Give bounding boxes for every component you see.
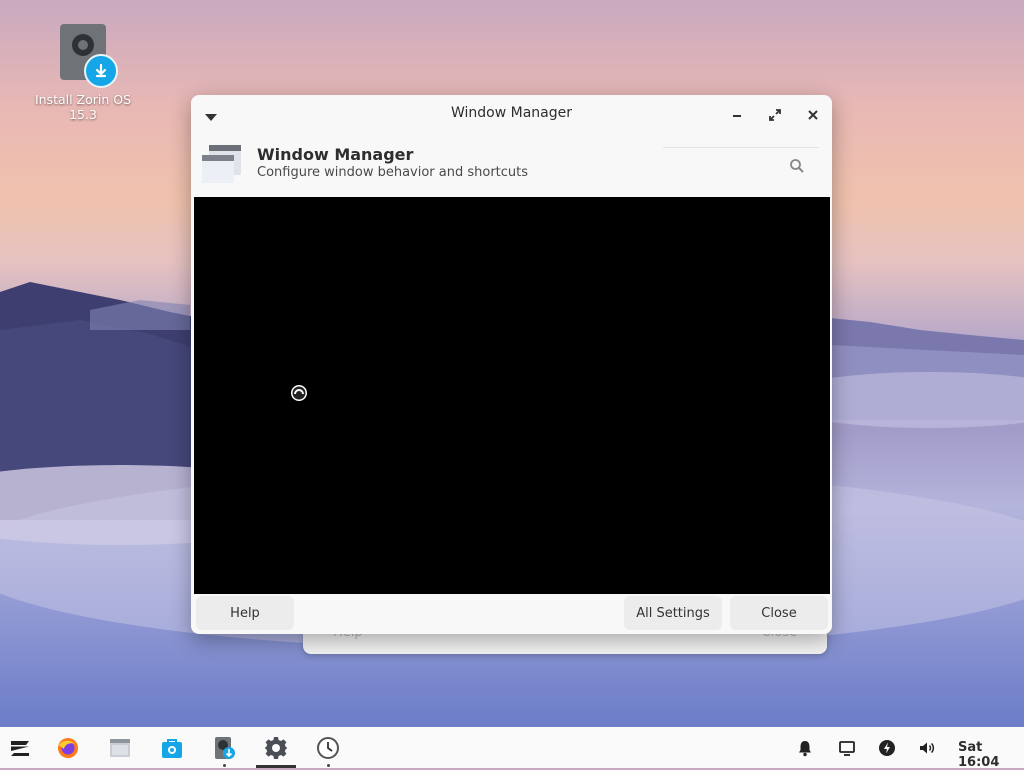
settings-icon[interactable] (264, 736, 288, 760)
taskbar: Sat 16:04 (0, 727, 1024, 770)
taskbar-clock[interactable]: Sat 16:04 (958, 740, 1024, 770)
header-title: Window Manager (257, 145, 414, 164)
header-subtitle: Configure window behavior and shortcuts (257, 165, 529, 180)
all-settings-button[interactable]: All Settings (624, 596, 722, 630)
installer-icon[interactable] (212, 736, 236, 760)
maximize-button[interactable] (765, 105, 785, 125)
clock-running-indicator (327, 764, 330, 767)
power-icon[interactable] (878, 739, 896, 757)
help-button[interactable]: Help (196, 596, 294, 630)
files-icon[interactable] (108, 736, 132, 760)
window-manager-app-icon (202, 145, 241, 183)
installer-running-indicator (223, 764, 226, 767)
settings-header: Window Manager Configure window behavior… (191, 133, 832, 193)
close-window-button[interactable] (803, 105, 823, 125)
search-icon[interactable] (789, 158, 805, 174)
busy-cursor-icon (291, 385, 307, 401)
software-store-icon[interactable] (160, 736, 184, 760)
volume-icon[interactable] (918, 739, 936, 757)
notifications-bell-icon[interactable] (796, 739, 814, 757)
zorin-menu-icon[interactable] (8, 736, 32, 760)
desktop-icon-label: Install Zorin OS 15.3 (34, 92, 132, 122)
title-bar[interactable]: Window Manager (191, 95, 832, 133)
desktop-icon-install-zorin[interactable]: Install Zorin OS 15.3 (28, 24, 138, 122)
window-manager-window: Window Manager Window Manager Configure … (191, 95, 832, 634)
clock-app-icon[interactable] (316, 736, 340, 760)
install-zorin-drive-icon (60, 24, 118, 88)
minimize-button[interactable] (727, 105, 747, 125)
download-badge-icon (84, 54, 118, 88)
firefox-icon[interactable] (56, 736, 80, 760)
settings-content-area (194, 197, 830, 594)
close-button[interactable]: Close (730, 596, 828, 630)
display-icon[interactable] (838, 739, 856, 757)
search-field[interactable] (663, 147, 819, 178)
